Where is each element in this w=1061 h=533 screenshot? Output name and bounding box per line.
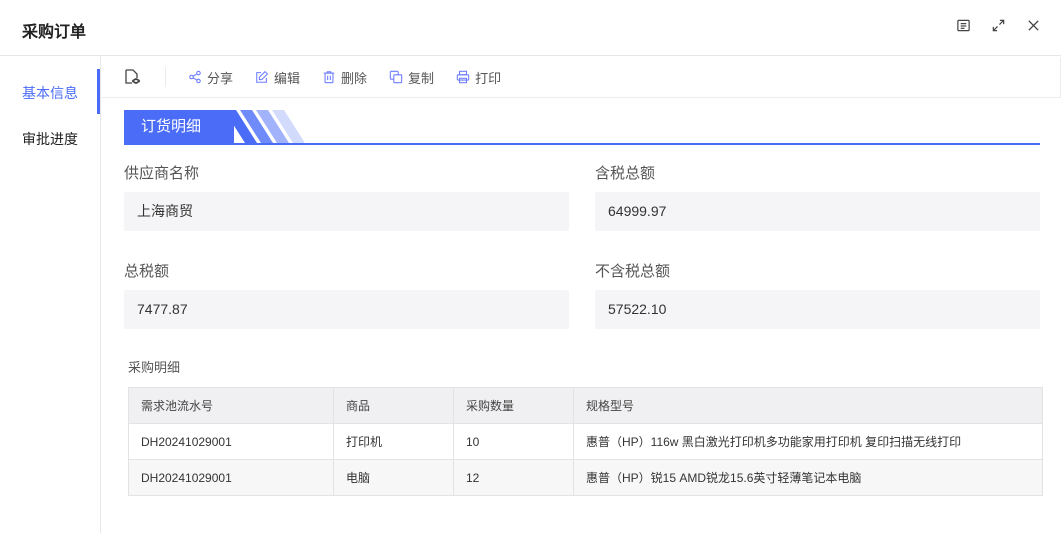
column-header: 商品 bbox=[333, 387, 454, 424]
table-cell: 惠普（HP）锐15 AMD锐龙15.6英寸轻薄笔记本电脑 bbox=[573, 459, 1043, 496]
copy-icon bbox=[389, 70, 403, 84]
column-header: 需求池流水号 bbox=[128, 387, 334, 424]
copy-button[interactable]: 复制 bbox=[389, 68, 434, 87]
sidebar-item-basic-info[interactable]: 基本信息 bbox=[0, 70, 100, 116]
dialog-header: 采购订单 bbox=[0, 0, 1061, 56]
table-cell: 12 bbox=[453, 459, 574, 496]
total-tax-field: 7477.87 bbox=[124, 290, 569, 329]
delete-label: 删除 bbox=[341, 70, 368, 86]
share-label: 分享 bbox=[207, 70, 234, 86]
section-header: 订货明细 bbox=[124, 110, 1040, 145]
table-header-row: 需求池流水号 商品 采购数量 规格型号 bbox=[128, 387, 1043, 424]
sidebar: 基本信息 审批进度 bbox=[0, 56, 101, 533]
detail-title: 采购明细 bbox=[128, 360, 181, 375]
table-cell: DH20241029001 bbox=[128, 423, 334, 460]
close-icon[interactable] bbox=[1026, 18, 1041, 33]
toolbar: 分享 编辑 删除 复制 打印 bbox=[102, 57, 1061, 98]
edit-icon bbox=[256, 70, 269, 83]
table-cell: 惠普（HP）116w 黑白激光打印机多功能家用打印机 复印扫描无线打印 bbox=[573, 423, 1043, 460]
edit-button[interactable]: 编辑 bbox=[255, 68, 300, 87]
column-header: 采购数量 bbox=[453, 387, 574, 424]
total-tax-incl-field: 64999.97 bbox=[595, 192, 1040, 231]
total-excl-field: 57522.10 bbox=[595, 290, 1040, 329]
active-indicator bbox=[97, 69, 100, 114]
edit-label: 编辑 bbox=[274, 70, 301, 86]
share-icon bbox=[189, 70, 201, 84]
total-tax-incl-label: 含税总额 bbox=[595, 165, 656, 182]
supplier-field: 上海商贸 bbox=[124, 192, 569, 231]
column-header: 规格型号 bbox=[573, 387, 1043, 424]
supplier-label: 供应商名称 bbox=[124, 165, 200, 182]
trash-icon bbox=[323, 71, 335, 84]
print-label: 打印 bbox=[475, 70, 502, 86]
dialog-title: 采购订单 bbox=[22, 24, 87, 41]
expand-icon[interactable] bbox=[991, 18, 1006, 33]
total-tax-label: 总税额 bbox=[124, 263, 170, 280]
copy-label: 复制 bbox=[408, 70, 435, 86]
delete-button[interactable]: 删除 bbox=[322, 68, 367, 87]
section-title: 订货明细 bbox=[124, 110, 234, 143]
table-row: DH20241029001 电脑 12 惠普（HP）锐15 AMD锐龙15.6英… bbox=[128, 459, 1043, 496]
header-actions bbox=[956, 18, 1041, 33]
print-button[interactable]: 打印 bbox=[456, 68, 501, 87]
view-toggle[interactable] bbox=[102, 67, 166, 87]
table-row: DH20241029001 打印机 10 惠普（HP）116w 黑白激光打印机多… bbox=[128, 423, 1043, 460]
table-cell: 电脑 bbox=[333, 459, 454, 496]
table-cell: 10 bbox=[453, 423, 574, 460]
document-list-icon[interactable] bbox=[956, 18, 971, 33]
table-cell: DH20241029001 bbox=[128, 459, 334, 496]
document-view-icon bbox=[125, 69, 141, 84]
sidebar-item-approval-progress[interactable]: 审批进度 bbox=[0, 116, 100, 162]
printer-icon bbox=[456, 70, 470, 84]
section-stripes-decoration bbox=[224, 110, 304, 143]
purchase-detail-table: 需求池流水号 商品 采购数量 规格型号 DH20241029001 打印机 10… bbox=[128, 387, 1043, 496]
share-button[interactable]: 分享 bbox=[188, 68, 233, 87]
table-cell: 打印机 bbox=[333, 423, 454, 460]
total-excl-label: 不含税总额 bbox=[595, 263, 671, 280]
